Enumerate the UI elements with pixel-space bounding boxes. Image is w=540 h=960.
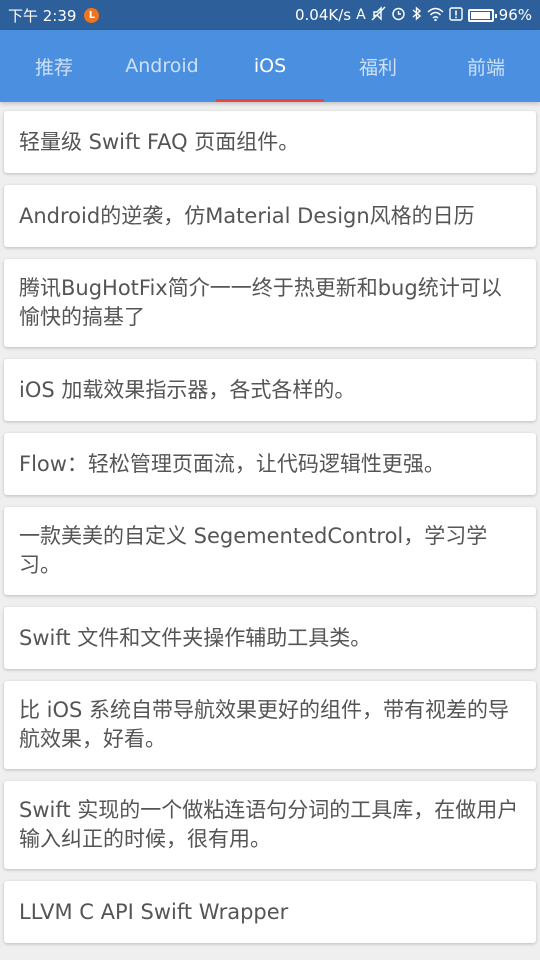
notification-badge-icon: L (84, 7, 100, 23)
list-item-title: Swift 文件和文件夹操作辅助工具类。 (19, 625, 372, 650)
status-left: 下午 2:39 L (8, 5, 100, 26)
status-right: 0.04K/s A 96% (295, 6, 532, 24)
status-time: 下午 2:39 (8, 6, 77, 25)
tab-4[interactable]: 前端 (432, 30, 540, 102)
list-item[interactable]: 轻量级 Swift FAQ 页面组件。 (4, 111, 536, 173)
battery-icon (467, 8, 497, 22)
list-item-title: Swift 实现的一个做粘连语句分词的工具库，在做用户输入纠正的时候，很有用。 (19, 798, 519, 851)
bluetooth-icon (411, 6, 422, 24)
list-item[interactable]: Swift 文件和文件夹操作辅助工具类。 (4, 607, 536, 669)
list-item[interactable]: 一款美美的自定义 SegementedControl，学习学习。 (4, 507, 536, 595)
wifi-icon (427, 7, 444, 24)
alarm-icon (391, 6, 406, 24)
list-item-title: Android的逆袭，仿Material Design风格的日历 (19, 203, 475, 228)
list-item-title: LLVM C API Swift Wrapper (19, 899, 289, 924)
tab-0[interactable]: 推荐 (0, 30, 108, 102)
mute-icon (371, 6, 386, 24)
list-item[interactable]: 比 iOS 系统自带导航效果更好的组件，带有视差的导航效果，好看。 (4, 681, 536, 769)
tab-2[interactable]: iOS (216, 30, 324, 102)
list-item[interactable]: 腾讯BugHotFix简介一一终于热更新和bug统计可以愉快的搞基了 (4, 259, 536, 347)
tab-3[interactable]: 福利 (324, 30, 432, 102)
list-item[interactable]: Android的逆袭，仿Material Design风格的日历 (4, 185, 536, 247)
list-item[interactable]: Flow：轻松管理页面流，让代码逻辑性更强。 (4, 433, 536, 495)
status-bar: 下午 2:39 L 0.04K/s A 96% (0, 0, 540, 30)
list-item[interactable]: iOS 加载效果指示器，各式各样的。 (4, 359, 536, 421)
tab-1[interactable]: Android (108, 30, 216, 102)
network-speed: 0.04K/s (294, 6, 352, 24)
list-item-title: 一款美美的自定义 SegementedControl，学习学习。 (19, 524, 488, 577)
alert-icon (448, 6, 463, 24)
list-item-title: Flow：轻松管理页面流，让代码逻辑性更强。 (19, 451, 445, 476)
list-item-title: 比 iOS 系统自带导航效果更好的组件，带有视差的导航效果，好看。 (19, 698, 510, 751)
list-item[interactable]: LLVM C API Swift Wrapper (4, 881, 536, 943)
tab-bar: 推荐 Android iOS 福利 前端 (0, 30, 540, 102)
list-item-title: 轻量级 Swift FAQ 页面组件。 (19, 129, 300, 154)
list-item-title: 腾讯BugHotFix简介一一终于热更新和bug统计可以愉快的搞基了 (19, 276, 502, 329)
list-item[interactable]: Swift 实现的一个做粘连语句分词的工具库，在做用户输入纠正的时候，很有用。 (4, 781, 536, 869)
battery-percent: 96% (498, 6, 532, 24)
font-a-icon: A (356, 7, 366, 23)
list-item-title: iOS 加载效果指示器，各式各样的。 (19, 377, 356, 402)
article-list: 轻量级 Swift FAQ 页面组件。 Android的逆袭，仿Material … (0, 102, 540, 955)
